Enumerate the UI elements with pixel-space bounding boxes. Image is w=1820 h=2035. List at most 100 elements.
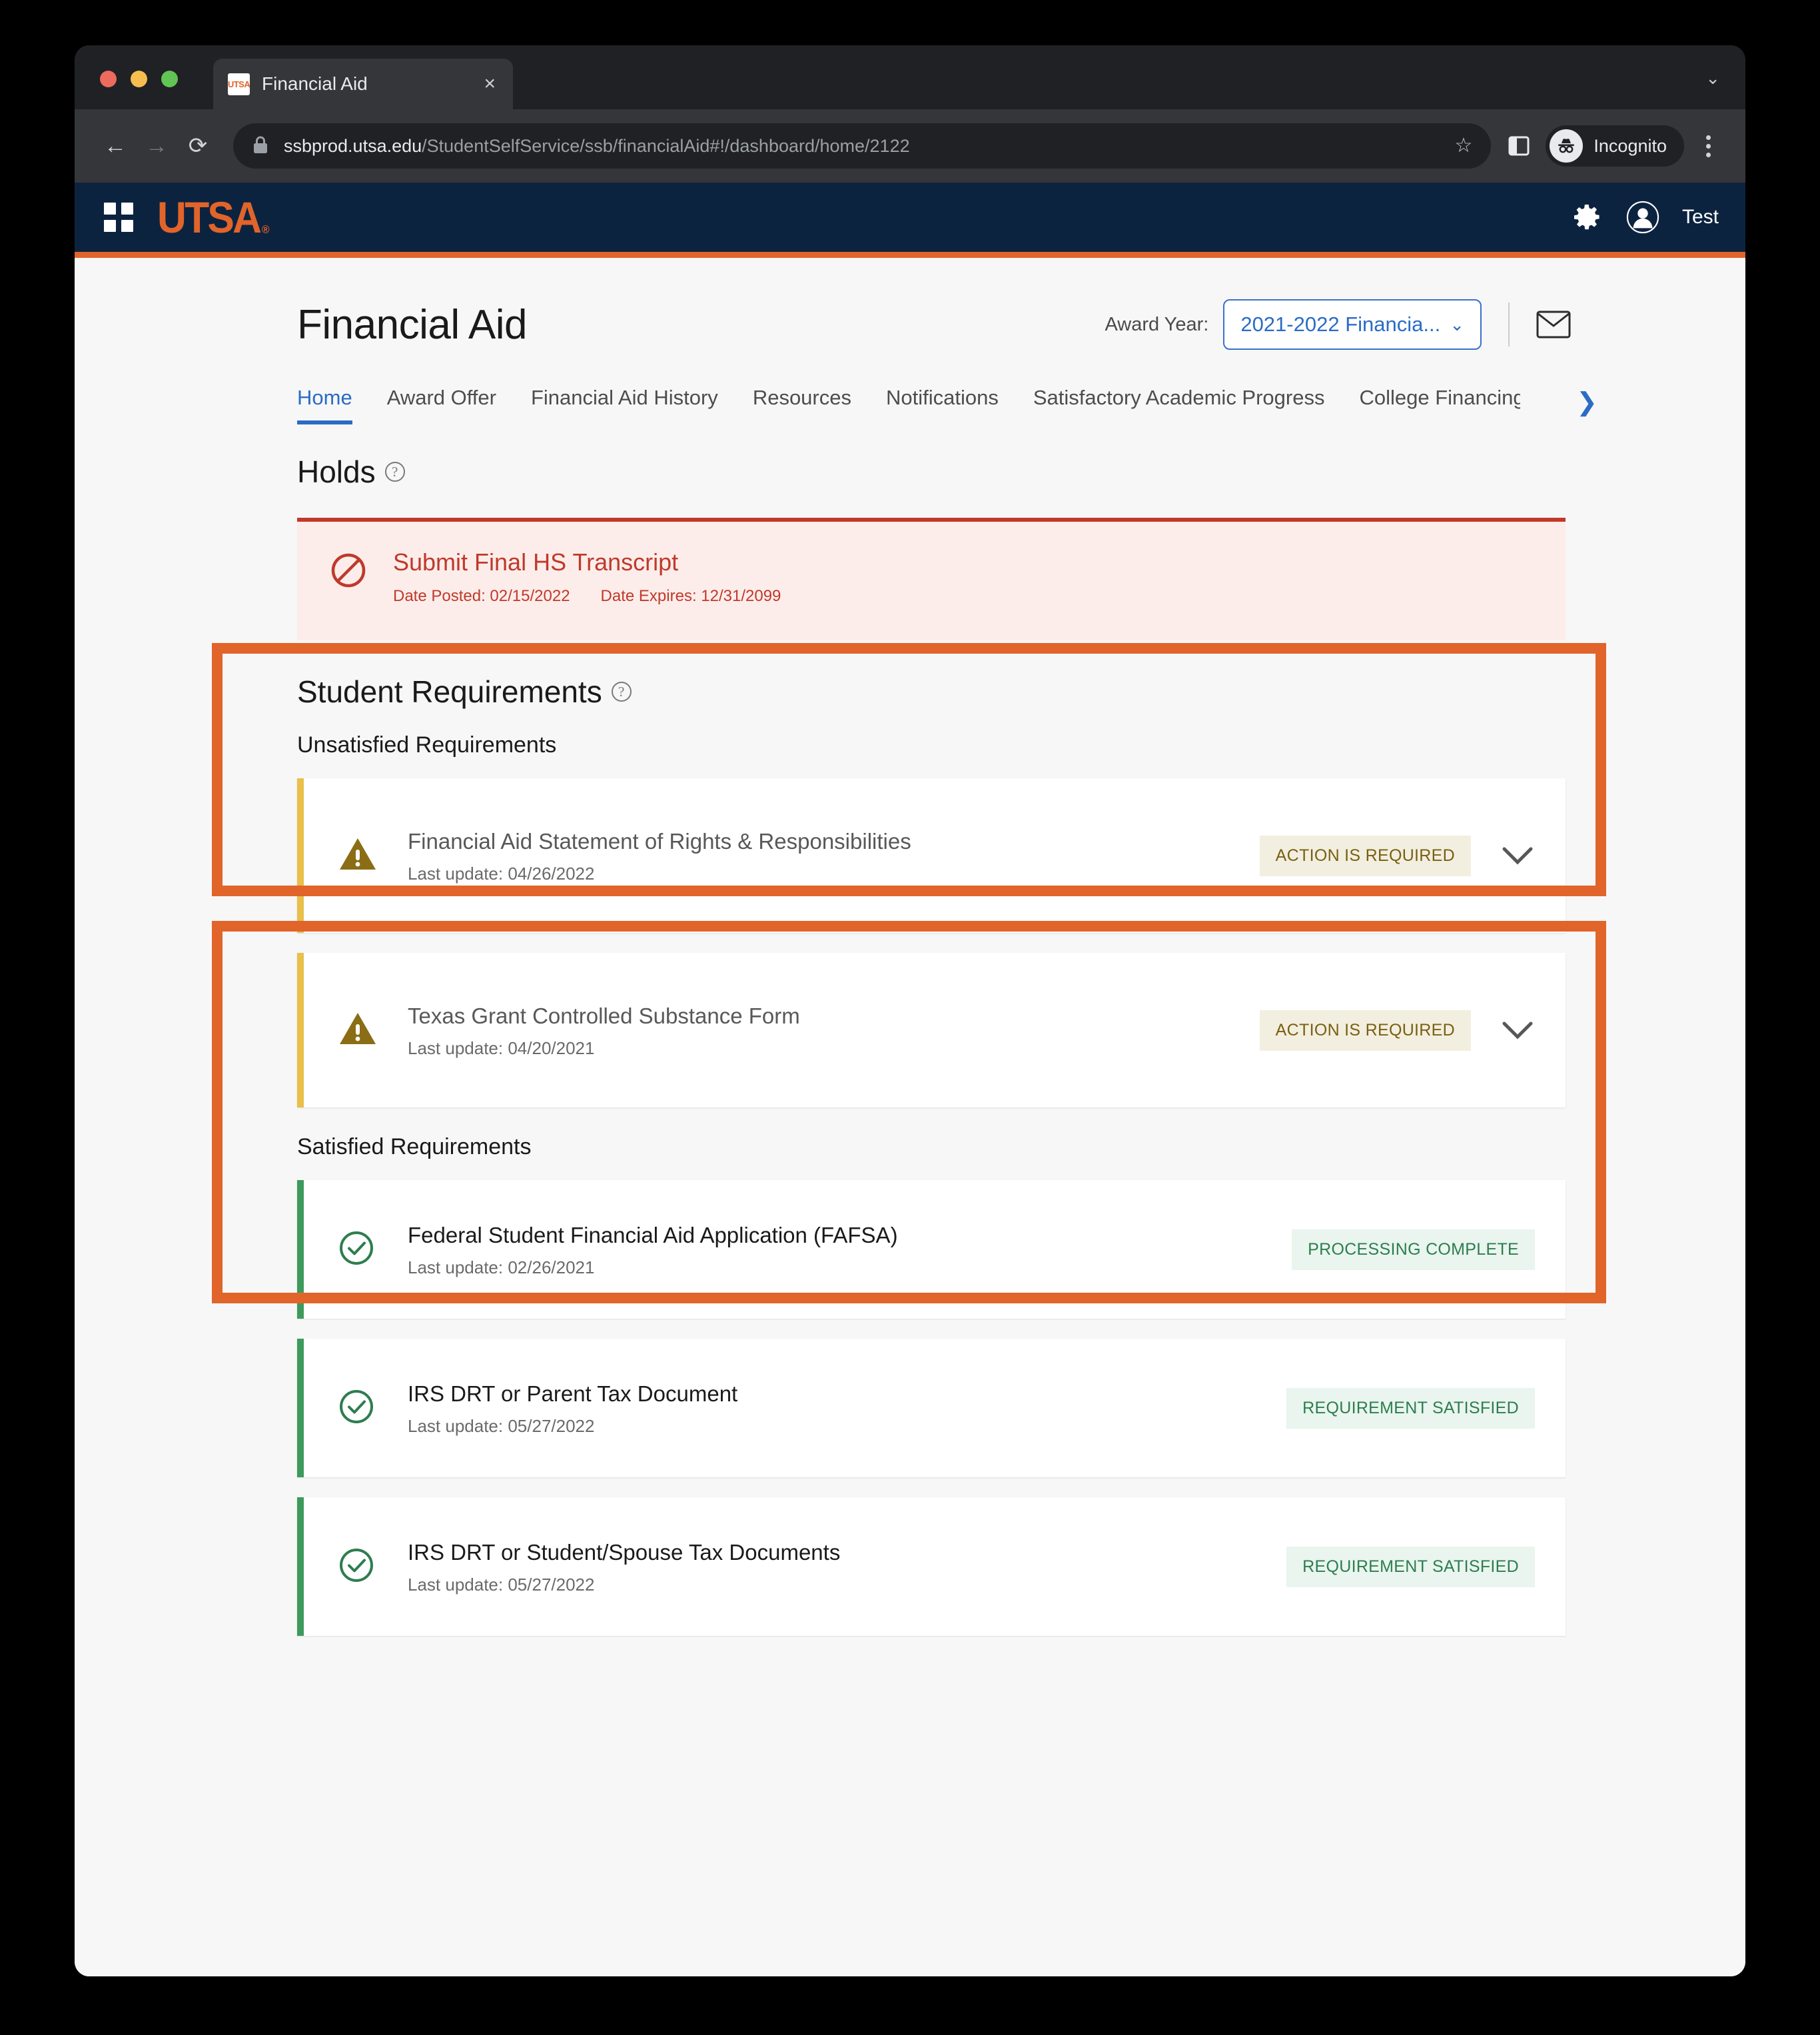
- tab-financial-aid-history[interactable]: Financial Aid History: [514, 386, 735, 424]
- divider: [1508, 303, 1510, 346]
- hold-date-expires: Date Expires: 12/31/2099: [601, 587, 781, 606]
- bookmark-star-icon[interactable]: ☆: [1443, 136, 1473, 156]
- hold-date-posted: Date Posted: 02/15/2022: [393, 587, 570, 606]
- brand-accent-rule: [75, 252, 1745, 258]
- browser-tab-strip: UTSA Financial Aid × ⌄: [75, 45, 1745, 109]
- user-name-label: Test: [1682, 206, 1719, 229]
- status-badge: ACTION IS REQUIRED: [1260, 836, 1471, 876]
- tab-notifications[interactable]: Notifications: [869, 386, 1016, 424]
- address-bar[interactable]: ssbprod.utsa.edu/StudentSelfService/ssb/…: [233, 123, 1491, 169]
- award-year-select[interactable]: 2021-2022 Financia... ⌄: [1223, 299, 1482, 350]
- requirement-title: IRS DRT or Student/Spouse Tax Documents: [408, 1538, 1286, 1567]
- student-requirements-section: Student Requirements ? Unsatisfied Requi…: [297, 674, 1566, 1636]
- holds-heading: Holds ?: [297, 454, 1566, 490]
- app-grid-icon[interactable]: [104, 203, 133, 232]
- unsatisfied-requirements-label: Unsatisfied Requirements: [297, 732, 1566, 758]
- financial-aid-page: Financial Aid Award Year: 2021-2022 Fina…: [75, 258, 1745, 1976]
- tab-resources[interactable]: Resources: [735, 386, 869, 424]
- person-icon[interactable]: [1626, 201, 1659, 234]
- tab-college-financing-plan[interactable]: College Financing Plan: [1342, 386, 1520, 424]
- close-window-button[interactable]: [100, 71, 117, 87]
- chevron-down-icon: ⌄: [1450, 316, 1464, 333]
- maximize-window-button[interactable]: [161, 71, 178, 87]
- page-viewport: UTSA® Test: [75, 183, 1745, 1976]
- page-header-row: Financial Aid Award Year: 2021-2022 Fina…: [297, 299, 1571, 350]
- status-badge: REQUIREMENT SATISFIED: [1286, 1547, 1535, 1587]
- hold-dates: Date Posted: 02/15/2022 Date Expires: 12…: [393, 587, 781, 606]
- requirement-title: Texas Grant Controlled Substance Form: [408, 1002, 914, 1031]
- holds-title: Holds: [297, 454, 376, 490]
- page-title: Financial Aid: [297, 301, 527, 348]
- browser-window: UTSA Financial Aid × ⌄ ← → ⟳ ssbprod.uts…: [75, 45, 1745, 1976]
- status-badge: ACTION IS REQUIRED: [1260, 1010, 1471, 1051]
- minimize-window-button[interactable]: [131, 71, 147, 87]
- requirement-row[interactable]: Texas Grant Controlled Substance Form La…: [297, 953, 1566, 1107]
- utsa-app-header: UTSA® Test: [75, 183, 1745, 252]
- section-tabs: Home Award Offer Financial Aid History R…: [297, 386, 1745, 424]
- requirement-last-update: Last update: 04/20/2021: [408, 1038, 1260, 1059]
- tab-award-offer[interactable]: Award Offer: [370, 386, 514, 424]
- award-year-value: 2021-2022 Financia...: [1240, 313, 1440, 337]
- status-badge: PROCESSING COMPLETE: [1292, 1229, 1535, 1270]
- requirement-row[interactable]: IRS DRT or Parent Tax Document Last upda…: [297, 1339, 1566, 1477]
- reload-button[interactable]: ⟳: [177, 125, 219, 167]
- incognito-profile-button[interactable]: Incognito: [1546, 125, 1684, 167]
- hold-title[interactable]: Submit Final HS Transcript: [393, 548, 781, 576]
- side-panel-icon[interactable]: [1500, 127, 1538, 165]
- utsa-logo-text: UTSA: [157, 195, 260, 239]
- tabs-next-arrow-icon[interactable]: ❯: [1576, 390, 1597, 415]
- help-icon[interactable]: ?: [385, 462, 405, 482]
- requirement-details: Texas Grant Controlled Substance Form La…: [408, 1002, 1260, 1059]
- url-path: /StudentSelfService/ssb/financialAid#!/d…: [422, 136, 909, 156]
- incognito-label: Incognito: [1593, 136, 1667, 157]
- hold-item[interactable]: Submit Final HS Transcript Date Posted: …: [297, 518, 1566, 640]
- requirement-title: Federal Student Financial Aid Applicatio…: [408, 1221, 1292, 1250]
- warning-triangle-icon: [338, 1011, 380, 1050]
- browser-tab-title: Financial Aid: [262, 73, 478, 95]
- browser-toolbar: ← → ⟳ ssbprod.utsa.edu/StudentSelfServic…: [75, 109, 1745, 183]
- close-tab-icon[interactable]: ×: [478, 74, 501, 94]
- requirement-row[interactable]: IRS DRT or Student/Spouse Tax Documents …: [297, 1497, 1566, 1636]
- requirement-title: Financial Aid Statement of Rights & Resp…: [408, 827, 914, 856]
- requirement-title: IRS DRT or Parent Tax Document: [408, 1379, 1286, 1409]
- requirement-last-update: Last update: 05/27/2022: [408, 1575, 1286, 1595]
- chevron-down-icon[interactable]: [1500, 846, 1535, 865]
- holds-section: Holds ? Submit Final HS Transcript: [297, 454, 1566, 640]
- envelope-icon[interactable]: [1536, 311, 1571, 339]
- check-circle-icon: [338, 1547, 380, 1587]
- requirement-details: Federal Student Financial Aid Applicatio…: [408, 1221, 1292, 1279]
- url-text: ssbprod.utsa.edu/StudentSelfService/ssb/…: [284, 136, 910, 157]
- header-actions: Test: [1570, 201, 1719, 234]
- award-year-control: Award Year: 2021-2022 Financia... ⌄: [1105, 299, 1571, 350]
- student-requirements-heading: Student Requirements ?: [297, 674, 1566, 710]
- trademark-symbol: ®: [262, 224, 270, 235]
- tab-satisfactory-academic-progress[interactable]: Satisfactory Academic Progress: [1016, 386, 1342, 424]
- requirement-row[interactable]: Financial Aid Statement of Rights & Resp…: [297, 778, 1566, 933]
- browser-tab[interactable]: UTSA Financial Aid ×: [213, 59, 513, 109]
- requirement-details: IRS DRT or Parent Tax Document Last upda…: [408, 1379, 1286, 1437]
- utsa-logo[interactable]: UTSA®: [157, 195, 270, 239]
- lock-icon: [252, 135, 269, 158]
- utsa-favicon-icon: UTSA: [228, 73, 250, 95]
- warning-triangle-icon: [338, 836, 380, 876]
- hold-details: Submit Final HS Transcript Date Posted: …: [393, 548, 781, 606]
- check-circle-icon: [338, 1389, 380, 1428]
- back-button[interactable]: ←: [95, 125, 136, 167]
- help-icon[interactable]: ?: [612, 682, 632, 702]
- tab-search-chevron-icon[interactable]: ⌄: [1705, 69, 1720, 87]
- browser-menu-icon[interactable]: [1691, 125, 1725, 167]
- tab-home[interactable]: Home: [297, 386, 370, 424]
- requirement-details: IRS DRT or Student/Spouse Tax Documents …: [408, 1538, 1286, 1596]
- check-circle-icon: [338, 1230, 380, 1269]
- requirement-last-update: Last update: 02/26/2021: [408, 1257, 1292, 1278]
- award-year-label: Award Year:: [1105, 314, 1208, 336]
- window-controls: [100, 71, 178, 87]
- no-entry-icon: [330, 552, 366, 592]
- incognito-icon: [1550, 129, 1583, 163]
- url-host: ssbprod.utsa.edu: [284, 136, 422, 156]
- requirement-row[interactable]: Federal Student Financial Aid Applicatio…: [297, 1180, 1566, 1319]
- requirement-details: Financial Aid Statement of Rights & Resp…: [408, 827, 1260, 885]
- forward-button[interactable]: →: [136, 125, 177, 167]
- gear-icon[interactable]: [1570, 201, 1603, 234]
- chevron-down-icon[interactable]: [1500, 1021, 1535, 1039]
